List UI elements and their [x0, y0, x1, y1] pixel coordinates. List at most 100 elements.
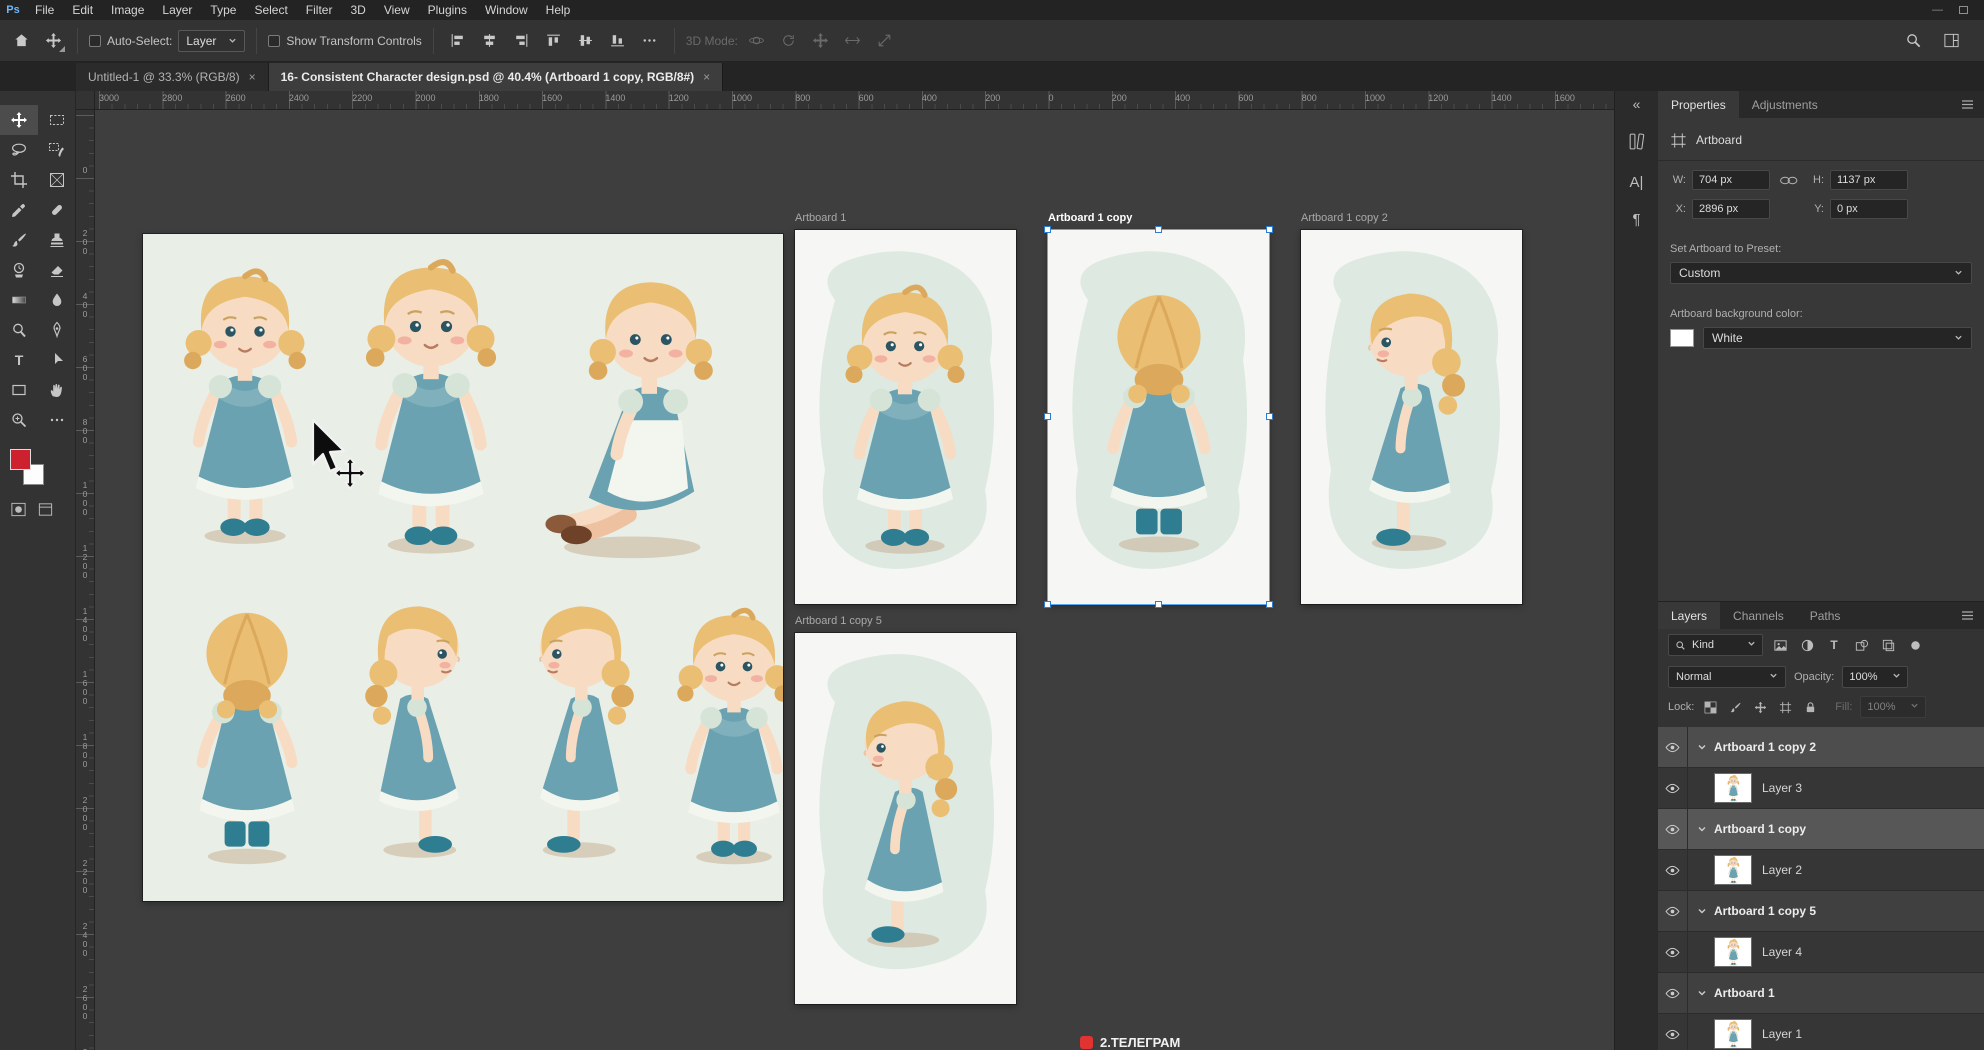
artboard-label[interactable]: Artboard 1 copy 2 — [1301, 212, 1388, 224]
rectangular-marquee-tool[interactable] — [38, 105, 76, 135]
menu-image[interactable]: Image — [102, 0, 153, 20]
lock-transparent-pixels-icon[interactable] — [1702, 699, 1719, 716]
filter-adjustment-layers-icon[interactable] — [1797, 635, 1817, 655]
window-restore-icon[interactable] — [1959, 6, 1968, 14]
spot-healing-brush-tool[interactable] — [38, 195, 76, 225]
opacity-dropdown[interactable]: 100% — [1842, 666, 1908, 688]
menu-plugins[interactable]: Plugins — [419, 0, 476, 20]
artboard-1-copy-5[interactable] — [795, 633, 1016, 1004]
document-tab[interactable]: Untitled-1 @ 33.3% (RGB/8)× — [76, 63, 269, 91]
link-dimensions-icon[interactable] — [1776, 175, 1802, 186]
menu-file[interactable]: File — [26, 0, 63, 20]
layer-row-artboard[interactable]: Artboard 1 copy — [1658, 809, 1984, 850]
align-right-icon[interactable] — [509, 28, 535, 54]
panel-menu-icon[interactable] — [1960, 91, 1984, 118]
auto-select-target-dropdown[interactable]: Layer — [178, 30, 245, 52]
layer-row[interactable]: Layer 3 — [1658, 768, 1984, 809]
pen-tool[interactable] — [38, 315, 76, 345]
clone-stamp-tool[interactable] — [38, 225, 76, 255]
foreground-color-swatch[interactable] — [10, 449, 31, 470]
filter-smart-objects-icon[interactable] — [1878, 635, 1898, 655]
tab-properties[interactable]: Properties — [1658, 91, 1739, 118]
eraser-tool[interactable] — [38, 255, 76, 285]
artboard-1-copy-2[interactable] — [1301, 230, 1522, 604]
transform-handle[interactable] — [1266, 413, 1273, 420]
panel-menu-icon[interactable] — [1960, 602, 1984, 629]
visibility-eye-icon[interactable] — [1658, 850, 1688, 890]
artboard-label-selected[interactable]: Artboard 1 copy — [1048, 212, 1132, 224]
eyedropper-tool[interactable] — [0, 195, 38, 225]
auto-select-checkbox[interactable]: Auto-Select: — [89, 34, 172, 48]
home-icon[interactable] — [8, 28, 34, 54]
artboard-character-sheet[interactable] — [143, 234, 783, 901]
menu-3d[interactable]: 3D — [341, 0, 374, 20]
quick-mask-icon[interactable] — [10, 501, 27, 521]
layer-row-artboard[interactable]: Artboard 1 copy 2 — [1658, 727, 1984, 768]
paragraph-panel-icon[interactable]: ¶ — [1632, 211, 1640, 228]
tab-paths[interactable]: Paths — [1797, 602, 1854, 629]
horizontal-ruler[interactable]: 3000280026002400220020001800160014001200… — [95, 91, 1614, 110]
menu-edit[interactable]: Edit — [63, 0, 102, 20]
rectangle-tool[interactable] — [0, 375, 38, 405]
vertical-ruler[interactable]: 0200400600800100012001400160018002000220… — [76, 110, 95, 1050]
visibility-eye-icon[interactable] — [1658, 973, 1688, 1013]
character-panel-icon[interactable]: A| — [1630, 174, 1644, 191]
tab-adjustments[interactable]: Adjustments — [1739, 91, 1831, 118]
checkbox-icon[interactable] — [89, 35, 101, 47]
artboard-preset-dropdown[interactable]: Custom — [1670, 262, 1972, 284]
tab-close-icon[interactable]: × — [249, 70, 256, 84]
lock-position-icon[interactable] — [1752, 699, 1769, 716]
visibility-eye-icon[interactable] — [1658, 809, 1688, 849]
lock-all-icon[interactable] — [1802, 699, 1819, 716]
artboard-background-dropdown[interactable]: White — [1703, 327, 1972, 349]
edit-toolbar[interactable] — [38, 405, 76, 435]
filter-kind-dropdown[interactable]: Kind — [1668, 634, 1763, 656]
visibility-eye-icon[interactable] — [1658, 932, 1688, 972]
blur-tool[interactable] — [38, 285, 76, 315]
canvas-area[interactable]: 3000280026002400220020001800160014001200… — [76, 91, 1614, 1050]
layer-thumbnail[interactable] — [1714, 773, 1752, 803]
search-icon[interactable] — [1900, 28, 1926, 54]
visibility-eye-icon[interactable] — [1658, 768, 1688, 808]
width-field[interactable]: 704 px — [1692, 170, 1770, 190]
layer-row[interactable]: Layer 1 — [1658, 1014, 1984, 1050]
align-middle-vertical-icon[interactable] — [573, 28, 599, 54]
history-brush-tool[interactable] — [0, 255, 38, 285]
brush-tool[interactable] — [0, 225, 38, 255]
artboard-label[interactable]: Artboard 1 copy 5 — [795, 615, 882, 627]
artboard-label[interactable]: Artboard 1 — [795, 212, 846, 224]
lock-image-pixels-icon[interactable] — [1727, 699, 1744, 716]
gradient-tool[interactable] — [0, 285, 38, 315]
blend-mode-dropdown[interactable]: Normal — [1668, 666, 1786, 688]
object-selection-tool[interactable] — [38, 135, 76, 165]
window-minimize-icon[interactable]: — — [1932, 4, 1943, 16]
collapse-chevron-icon[interactable] — [1697, 824, 1707, 834]
layer-row[interactable]: Layer 4 — [1658, 932, 1984, 973]
height-field[interactable]: 1137 px — [1830, 170, 1908, 190]
filter-type-layers-icon[interactable]: T — [1824, 635, 1844, 655]
menu-select[interactable]: Select — [245, 0, 296, 20]
transform-handle[interactable] — [1266, 601, 1273, 608]
current-tool-move-icon[interactable] — [40, 28, 66, 54]
menu-help[interactable]: Help — [537, 0, 580, 20]
y-field[interactable]: 0 px — [1830, 199, 1908, 219]
lock-artboard-nesting-icon[interactable] — [1777, 699, 1794, 716]
menu-layer[interactable]: Layer — [153, 0, 201, 20]
lasso-tool[interactable] — [0, 135, 38, 165]
visibility-eye-icon[interactable] — [1658, 727, 1688, 767]
transform-handle[interactable] — [1155, 226, 1162, 233]
layer-thumbnail[interactable] — [1714, 855, 1752, 885]
align-bottom-icon[interactable] — [605, 28, 631, 54]
menu-view[interactable]: View — [375, 0, 419, 20]
libraries-panel-icon[interactable] — [1627, 132, 1646, 154]
artboard-background-swatch[interactable] — [1670, 329, 1694, 347]
x-field[interactable]: 2896 px — [1692, 199, 1770, 219]
layer-row-artboard[interactable]: Artboard 1 copy 5 — [1658, 891, 1984, 932]
transform-handle[interactable] — [1155, 601, 1162, 608]
menu-type[interactable]: Type — [201, 0, 245, 20]
collapse-chevron-icon[interactable] — [1697, 742, 1707, 752]
crop-tool[interactable] — [0, 165, 38, 195]
transform-handle[interactable] — [1044, 413, 1051, 420]
hand-tool[interactable] — [38, 375, 76, 405]
menu-filter[interactable]: Filter — [297, 0, 342, 20]
